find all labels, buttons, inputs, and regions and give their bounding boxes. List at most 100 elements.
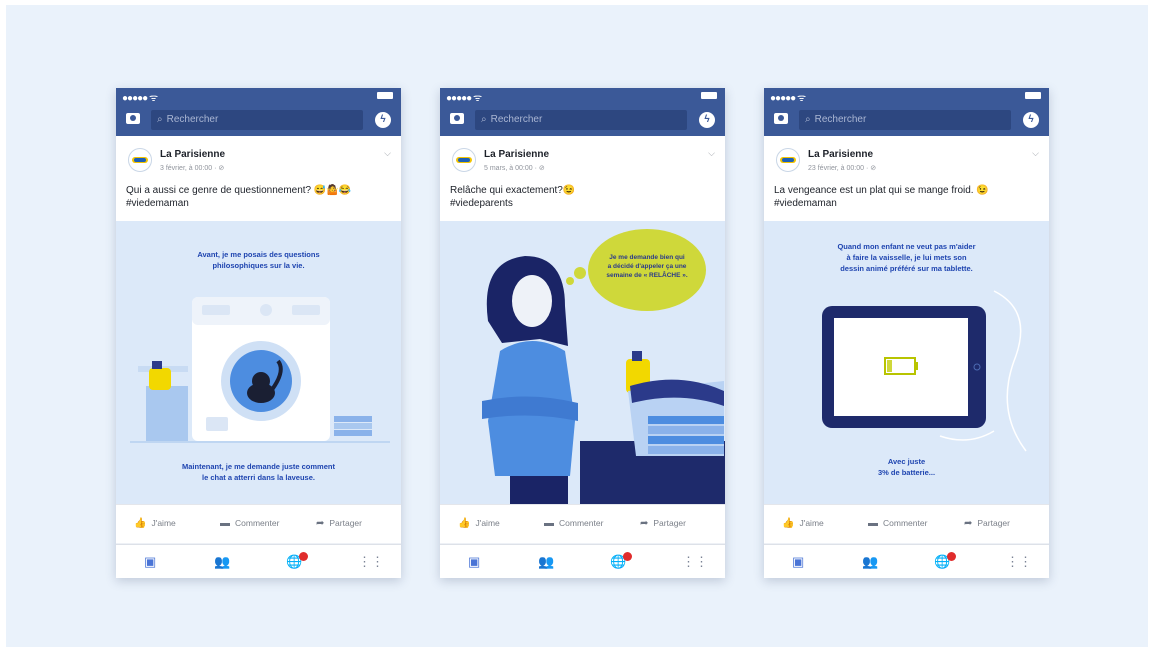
like-label: J'aime [799, 518, 824, 528]
menu-grid-icon[interactable]: ⋮⋮ [1006, 554, 1032, 570]
comment-label: Commenter [559, 518, 604, 528]
background-canvas: ●●●●● ᯤ ⌕ Rechercher ϟ La Parisienne 3 fé… [6, 5, 1148, 647]
like-button[interactable]: 👍 J'aime [782, 518, 824, 529]
search-input[interactable]: ⌕ Rechercher [799, 110, 1011, 130]
friends-icon[interactable]: 👥 [862, 554, 878, 570]
notifications-icon[interactable]: 🌐 [610, 552, 633, 570]
comment-button[interactable]: ▬ Commenter [544, 518, 603, 529]
menu-grid-icon[interactable]: ⋮⋮ [682, 554, 708, 570]
thought-bubble: Je me demande bien qui a décidé d'appele… [588, 229, 706, 311]
hashtag[interactable]: #viedemaman [126, 197, 386, 210]
share-button[interactable]: ➦ Partager [640, 518, 686, 529]
comment-button[interactable]: ▬ Commenter [868, 518, 927, 529]
news-feed-icon[interactable]: ▣ [468, 554, 480, 570]
bubble-line: Je me demande bien qui [609, 254, 685, 261]
notification-badge [947, 552, 957, 561]
hashtag[interactable]: #viedemaman [774, 197, 1034, 210]
battery-icon [1025, 92, 1041, 99]
share-icon: ➦ [964, 518, 973, 529]
chevron-down-icon[interactable]: ⌵ [1032, 148, 1039, 159]
page-logo[interactable] [776, 148, 800, 172]
caption-bottom: Avec juste 3% de batterie... [764, 456, 1049, 478]
post-image[interactable]: Quand mon enfant ne veut pas m'aider à fa… [764, 221, 1049, 504]
post-actions: 👍 J'aime ▬ Commenter ➦ Partager [764, 504, 1049, 543]
comment-icon: ▬ [868, 518, 878, 529]
battery-icon [377, 92, 393, 99]
page-logo[interactable] [452, 148, 476, 172]
page-name[interactable]: La Parisienne [484, 149, 549, 160]
camera-icon[interactable] [450, 113, 464, 124]
bubble-line: semaine de « RELÂCHE ». [606, 272, 688, 279]
share-button[interactable]: ➦ Partager [316, 518, 362, 529]
friends-icon[interactable]: 👥 [538, 554, 554, 570]
page-name[interactable]: La Parisienne [160, 149, 225, 160]
share-label: Partager [653, 518, 686, 528]
friends-icon[interactable]: 👥 [214, 554, 230, 570]
like-button[interactable]: 👍 J'aime [458, 518, 500, 529]
notification-badge [623, 552, 633, 561]
post-date: 5 mars, à 00:00 · ⊘ [484, 165, 545, 172]
post-actions: 👍 J'aime ▬ Commenter ➦ Partager [440, 504, 725, 543]
messenger-icon[interactable]: ϟ [375, 112, 391, 128]
messenger-icon[interactable]: ϟ [699, 112, 715, 128]
bubble-line: a décidé d'appeler ça une [607, 263, 687, 270]
chevron-down-icon[interactable]: ⌵ [384, 148, 391, 159]
share-label: Partager [977, 518, 1010, 528]
like-icon: 👍 [782, 518, 795, 529]
post-text: La vengeance est un plat qui se mange fr… [774, 184, 1034, 210]
page-logo[interactable] [128, 148, 152, 172]
bottom-navigation: ▣ 👥 🌐 ⋮⋮ [440, 544, 725, 578]
search-icon: ⌕ [481, 114, 487, 125]
page-name[interactable]: La Parisienne [808, 149, 873, 160]
top-bar: ⌕ Rechercher ϟ [116, 104, 401, 136]
bottom-navigation: ▣ 👥 🌐 ⋮⋮ [764, 544, 1049, 578]
comment-icon: ▬ [220, 518, 230, 529]
camera-icon[interactable] [774, 113, 788, 124]
share-icon: ➦ [640, 518, 649, 529]
phone-mockup-1: ●●●●● ᯤ ⌕ Rechercher ϟ La Parisienne 3 fé… [116, 88, 401, 578]
search-input[interactable]: ⌕ Rechercher [151, 110, 363, 130]
post-text: Relâche qui exactement?😉 #viedeparents [450, 184, 710, 210]
comment-label: Commenter [883, 518, 928, 528]
like-button[interactable]: 👍 J'aime [134, 518, 176, 529]
search-icon: ⌕ [805, 114, 811, 125]
caption-line: 3% de batterie... [877, 468, 936, 477]
caption-line: le chat a atterri dans la laveuse. [202, 473, 315, 482]
top-bar: ⌕ Rechercher ϟ [764, 104, 1049, 136]
notifications-icon[interactable]: 🌐 [286, 552, 309, 570]
post-date: 3 février, à 00:00 · ⊘ [160, 165, 225, 172]
post-actions: 👍 J'aime ▬ Commenter ➦ Partager [116, 504, 401, 543]
post-image[interactable]: Avant, je me posais des questions philoso… [116, 221, 401, 504]
menu-grid-icon[interactable]: ⋮⋮ [358, 554, 384, 570]
share-icon: ➦ [316, 518, 325, 529]
status-bar: ●●●●● ᯤ [116, 88, 401, 104]
battery-icon [701, 92, 717, 99]
messenger-icon[interactable]: ϟ [1023, 112, 1039, 128]
search-input[interactable]: ⌕ Rechercher [475, 110, 687, 130]
comment-label: Commenter [235, 518, 280, 528]
post-header: La Parisienne 3 février, à 00:00 · ⊘ ⌵ Q… [116, 136, 401, 221]
camera-icon[interactable] [126, 113, 140, 124]
share-button[interactable]: ➦ Partager [964, 518, 1010, 529]
chevron-down-icon[interactable]: ⌵ [708, 148, 715, 159]
post-header: La Parisienne 23 février, à 00:00 · ⊘ ⌵ … [764, 136, 1049, 221]
caption-bottom: Maintenant, je me demande juste comment l… [116, 461, 401, 483]
comment-button[interactable]: ▬ Commenter [220, 518, 279, 529]
share-label: Partager [329, 518, 362, 528]
like-icon: 👍 [134, 518, 147, 529]
caption-line: Avec juste [887, 457, 926, 466]
search-icon: ⌕ [157, 114, 163, 125]
notifications-icon[interactable]: 🌐 [934, 552, 957, 570]
post-date: 23 février, à 00:00 · ⊘ [808, 165, 877, 172]
status-bar: ●●●●● ᯤ [764, 88, 1049, 104]
like-icon: 👍 [458, 518, 471, 529]
hashtag[interactable]: #viedeparents [450, 197, 710, 210]
status-bar: ●●●●● ᯤ [440, 88, 725, 104]
post-header: La Parisienne 5 mars, à 00:00 · ⊘ ⌵ Relâ… [440, 136, 725, 221]
post-text: Qui a aussi ce genre de questionnement? … [126, 184, 386, 210]
notification-badge [299, 552, 309, 561]
news-feed-icon[interactable]: ▣ [144, 554, 156, 570]
news-feed-icon[interactable]: ▣ [792, 554, 804, 570]
post-image[interactable]: Je me demande bien qui a décidé d'appele… [440, 221, 725, 504]
phone-mockup-3: ●●●●● ᯤ ⌕ Rechercher ϟ La Parisienne 23 f… [764, 88, 1049, 578]
